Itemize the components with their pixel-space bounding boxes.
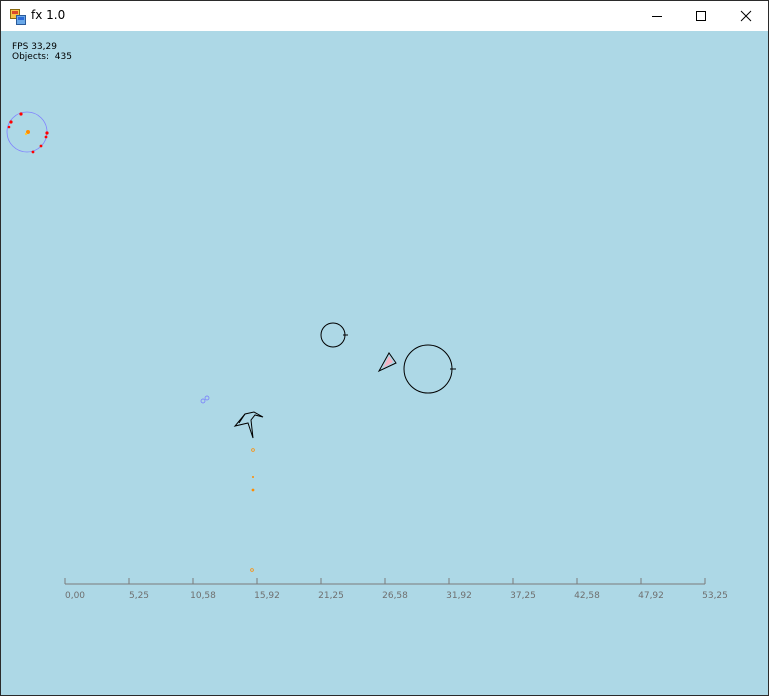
ball-small [320,322,348,348]
particle-red [7,125,11,129]
particle-red [9,120,13,124]
x-axis [64,578,706,585]
close-button[interactable] [723,1,769,31]
simulation-canvas[interactable]: FPS 33,29 Objects: 435 0,00 5,25 10,58 1… [1,31,768,695]
axis-tick-label: 47,92 [638,591,664,601]
axis-tick-label: 5,25 [128,591,150,601]
axis-tick-label: 26,58 [382,591,408,601]
particle-emitter [6,111,49,154]
axis-ticks [64,578,706,584]
axis-tick-label: 31,92 [446,591,472,601]
maximize-button[interactable] [678,1,724,31]
particle-red [31,150,35,154]
axis-tick-label: 0,00 [64,591,86,601]
minimize-icon [652,16,662,17]
ball-large [403,344,456,394]
app-window-icon[interactable] [10,9,26,25]
axis-tick-label: 15,92 [254,591,280,601]
title-bar[interactable]: fx 1.0 [1,1,768,31]
axis-tick-label: 21,25 [318,591,344,601]
particle-red [45,131,49,135]
particle-red [44,135,48,139]
axis-tick-label: 10,58 [190,591,216,601]
axis-tick-label: 42,58 [574,591,600,601]
ship-body [233,411,264,439]
axis-tick-label: 53,25 [702,591,728,601]
triangle-body [377,352,397,373]
window-title: fx 1.0 [31,8,66,22]
app-window: fx 1.0 FPS 33,29 Objects: 435 0,00 5,25 … [0,0,769,696]
close-icon [740,10,752,22]
axis-tick-label: 37,25 [510,591,536,601]
small-rings [200,395,210,404]
particle-orange [24,132,28,136]
falling-particles [250,448,255,572]
particle-red [19,112,23,116]
maximize-icon [696,11,706,21]
minimize-button[interactable] [634,1,680,31]
particle-red [39,144,43,148]
